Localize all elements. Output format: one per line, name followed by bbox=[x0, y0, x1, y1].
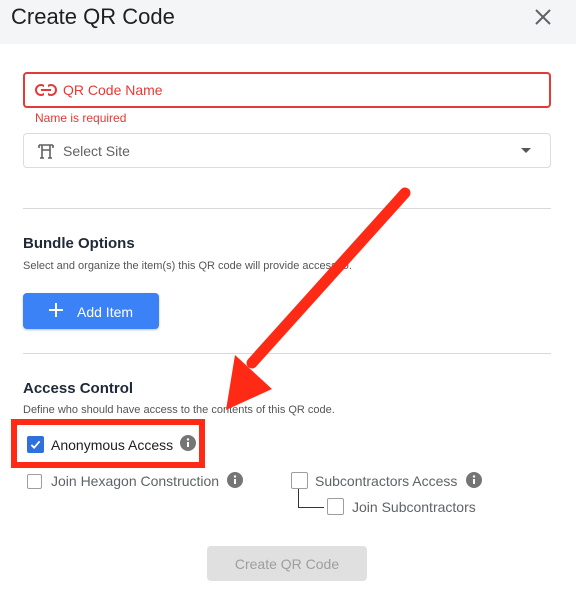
join-hexagon-construction-checkbox[interactable] bbox=[27, 474, 42, 489]
create-qr-code-button[interactable]: Create QR Code bbox=[207, 546, 367, 581]
qr-code-name-field[interactable] bbox=[23, 72, 551, 108]
join-subcontractors-label: Join Subcontractors bbox=[352, 499, 476, 515]
close-icon[interactable] bbox=[534, 8, 552, 26]
join-subcontractors-checkbox[interactable] bbox=[327, 498, 344, 515]
add-item-label: Add Item bbox=[77, 304, 134, 320]
select-site-dropdown[interactable]: Select Site bbox=[23, 133, 551, 168]
bundle-options-description: Select and organize the item(s) this QR … bbox=[23, 260, 352, 272]
tree-connector bbox=[298, 507, 324, 508]
chevron-down-icon bbox=[521, 148, 531, 153]
divider bbox=[23, 208, 551, 209]
add-item-button[interactable]: Add Item bbox=[23, 293, 159, 329]
link-icon bbox=[35, 84, 57, 96]
qr-code-name-input[interactable] bbox=[63, 74, 533, 106]
access-control-description: Define who should have access to the con… bbox=[23, 404, 335, 416]
plus-icon bbox=[49, 303, 63, 317]
info-icon[interactable] bbox=[227, 472, 243, 488]
tree-connector bbox=[298, 489, 299, 507]
info-icon[interactable] bbox=[466, 472, 482, 488]
divider bbox=[23, 353, 551, 354]
join-hexagon-construction-label: Join Hexagon Construction bbox=[51, 473, 220, 489]
annotation-highlight-box bbox=[11, 419, 205, 468]
access-control-heading: Access Control bbox=[23, 380, 134, 397]
subcontractors-access-checkbox[interactable] bbox=[291, 472, 308, 489]
create-qr-code-label: Create QR Code bbox=[234, 555, 340, 572]
site-crane-icon bbox=[38, 144, 54, 159]
name-error-message: Name is required bbox=[35, 111, 127, 125]
dialog-title: Create QR Code bbox=[11, 4, 175, 29]
dialog-header: Create QR Code bbox=[0, 0, 576, 44]
select-site-placeholder: Select Site bbox=[63, 143, 130, 159]
subcontractors-access-label: Subcontractors Access bbox=[315, 473, 458, 489]
bundle-options-heading: Bundle Options bbox=[23, 235, 135, 252]
